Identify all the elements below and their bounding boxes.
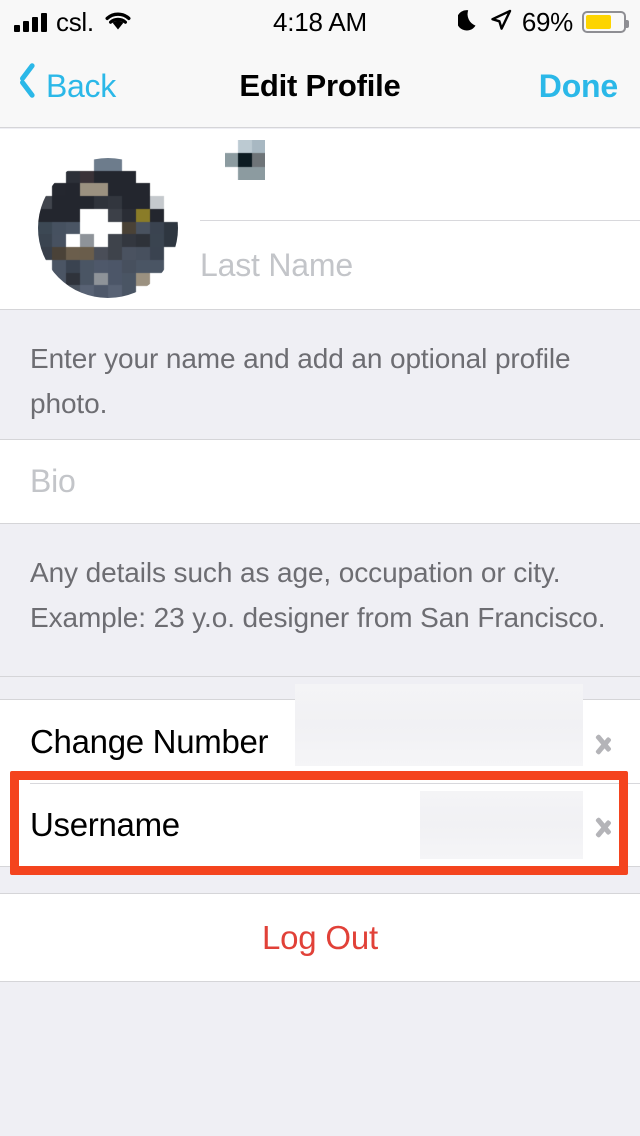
name-fields-group: Last Name: [200, 129, 640, 310]
section-gap: [0, 866, 640, 894]
status-bar: csl. 4:18 AM 69%: [0, 0, 640, 44]
settings-list: Last Name Enter your name and add an opt…: [0, 129, 640, 1136]
status-bar-right: 69%: [456, 0, 629, 44]
bio-note: Any details such as age, occupation or c…: [0, 524, 640, 676]
battery-icon: [582, 11, 629, 33]
done-button[interactable]: Done: [539, 44, 618, 128]
location-arrow-icon: [489, 8, 513, 37]
first-name-redaction-overlay: [225, 140, 265, 180]
profile-name-note-text: Enter your name and add an optional prof…: [30, 343, 571, 420]
profile-name-section: Last Name: [0, 129, 640, 310]
last-name-placeholder: Last Name: [200, 247, 353, 283]
change-number-label: Change Number: [30, 722, 269, 760]
last-name-input[interactable]: Last Name: [200, 220, 640, 310]
profile-name-note: Enter your name and add an optional prof…: [0, 310, 640, 440]
navigation-bar: Back Edit Profile Done: [0, 44, 640, 128]
username-row[interactable]: Username: [0, 783, 640, 866]
log-out-button[interactable]: Log Out: [0, 894, 640, 982]
battery-percent-label: 69%: [521, 6, 573, 37]
username-label: Username: [30, 805, 180, 843]
profile-photo-avatar[interactable]: [38, 158, 178, 298]
bio-placeholder: Bio: [30, 463, 76, 499]
log-out-label: Log Out: [261, 918, 379, 956]
app-screen: csl. 4:18 AM 69% Back Edit Profile Done …: [0, 0, 640, 1136]
bio-input[interactable]: Bio: [0, 440, 640, 524]
bio-note-text: Any details such as age, occupation or c…: [30, 557, 606, 634]
chevron-right-icon: [595, 809, 613, 841]
first-name-input[interactable]: [200, 129, 640, 220]
moon-icon: [456, 8, 480, 37]
row-divider: [30, 783, 640, 784]
change-number-value-redaction: [295, 684, 583, 766]
chevron-right-icon: [595, 726, 613, 758]
change-number-row[interactable]: Change Number: [0, 684, 640, 783]
clock-label: 4:18 AM: [273, 6, 367, 37]
username-value-redaction: [420, 791, 583, 859]
